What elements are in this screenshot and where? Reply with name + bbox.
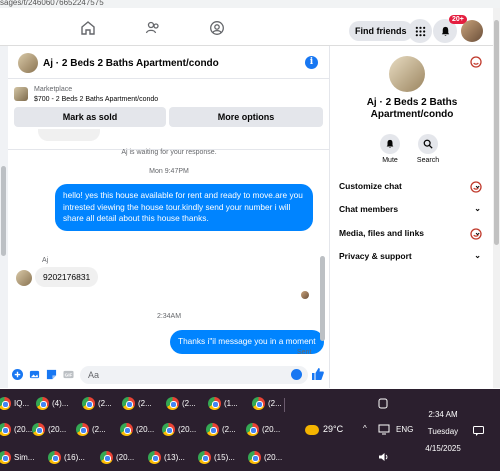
volume-icon[interactable]: [378, 452, 390, 462]
emoji-icon[interactable]: [291, 369, 302, 380]
svg-text:GIF: GIF: [65, 373, 73, 378]
taskbar-chrome-window[interactable]: (1...: [206, 394, 238, 414]
find-friends-button[interactable]: Find friends: [349, 21, 413, 41]
listing-photo[interactable]: [389, 56, 425, 92]
taskbar-chrome-window[interactable]: (20...: [244, 420, 280, 440]
left-panel-edge: [0, 46, 8, 388]
mute-label: Mute: [382, 157, 398, 164]
taskbar-chrome-window[interactable]: (16)...: [46, 448, 85, 468]
listing-price-title[interactable]: $700 - 2 Beds 2 Baths Apartment/condo: [34, 96, 158, 103]
taskbar-chrome-window[interactable]: (2...: [120, 394, 152, 414]
sender-avatar[interactable]: [16, 270, 32, 286]
sticker-icon[interactable]: [46, 369, 57, 380]
sender-name: Aj: [42, 257, 49, 264]
weather-icon: [305, 424, 319, 435]
seen-avatar: [301, 291, 309, 299]
weather-temperature: 29°C: [323, 424, 344, 434]
clock-time: 2:34 AM: [428, 410, 458, 419]
chevron-down-icon: ⌄: [474, 251, 481, 260]
url-text[interactable]: sages/t/24606076652247575: [0, 0, 240, 8]
taskbar-chrome-window[interactable]: (20...: [246, 448, 282, 468]
info-icon[interactable]: i: [305, 56, 318, 69]
bell-icon[interactable]: [380, 134, 400, 154]
menu-grid-icon[interactable]: [408, 19, 432, 43]
waiting-notice: Aj is waiting for your response.: [121, 149, 217, 156]
menu-chat-members[interactable]: Chat members ⌄: [339, 199, 485, 219]
clock-date: 4/15/2025: [425, 444, 461, 453]
home-icon[interactable]: [74, 16, 102, 40]
previous-message-bubble: [38, 129, 100, 141]
taskbar-chrome-window[interactable]: (2...: [74, 420, 106, 440]
language-indicator[interactable]: ENG: [396, 425, 413, 434]
thumbs-up-icon[interactable]: [311, 367, 324, 381]
taskbar-chrome-window[interactable]: (2...: [164, 394, 196, 414]
chat-scrollbar-thumb[interactable]: [320, 256, 325, 341]
account-avatar[interactable]: [461, 20, 483, 42]
search-button[interactable]: Search: [413, 134, 443, 164]
outgoing-message[interactable]: hello! yes this house available for rent…: [55, 184, 313, 231]
menu-privacy-support[interactable]: Privacy & support ⌄: [339, 246, 485, 266]
smile-icon[interactable]: [470, 56, 482, 68]
taskbar-chrome-window[interactable]: Sim...: [0, 448, 34, 468]
taskbar-chrome-window[interactable]: (20...: [0, 420, 32, 440]
listing-thumbnail[interactable]: [18, 53, 38, 73]
taskbar-chrome-window[interactable]: (4)...: [34, 394, 68, 414]
chevron-down-icon: ⌄: [474, 204, 481, 213]
page-scrollbar[interactable]: [493, 8, 500, 388]
notification-center-icon[interactable]: [473, 426, 484, 436]
taskbar-chrome-window[interactable]: (13)...: [146, 448, 185, 468]
taskbar-chrome-window[interactable]: (20...: [98, 448, 134, 468]
taskbar-chrome-window[interactable]: (2...: [204, 420, 236, 440]
system-clock[interactable]: 2:34 AM Tuesday 4/15/2025: [418, 406, 468, 457]
photo-icon[interactable]: [29, 369, 40, 380]
taskbar-chrome-window[interactable]: (20...: [30, 420, 66, 440]
timestamp: Mon 9:47PM: [149, 168, 189, 175]
copilot-icon[interactable]: [378, 398, 388, 410]
menu-media-files-links[interactable]: Media, files and links ⌄: [339, 223, 485, 243]
search-icon[interactable]: [418, 134, 438, 154]
menu-label: Customize chat: [339, 181, 402, 191]
smile-icon[interactable]: [470, 228, 482, 240]
clock-day: Tuesday: [427, 427, 459, 436]
message-input[interactable]: Aa: [80, 366, 308, 384]
menu-label: Media, files and links: [339, 228, 425, 238]
taskbar-chrome-window[interactable]: (2...: [80, 394, 112, 414]
search-label: Search: [416, 157, 440, 164]
network-icon[interactable]: [378, 424, 390, 435]
left-scrollbar-thumb[interactable]: [1, 166, 6, 256]
chat-panel: Aj · 2 Beds 2 Baths Apartment/condo i Ma…: [8, 46, 330, 388]
more-options-button[interactable]: More options: [169, 107, 323, 127]
mute-button[interactable]: Mute: [375, 134, 405, 164]
taskbar-chrome-window[interactable]: IQ...: [0, 394, 29, 414]
taskbar-chrome-window[interactable]: (20...: [118, 420, 154, 440]
top-navigation-bar: sages/t/24606076652247575 Find friends 2…: [0, 0, 500, 46]
timestamp: 2:34AM: [156, 313, 182, 320]
taskbar-chrome-window[interactable]: (2...: [250, 394, 282, 414]
mark-as-sold-button[interactable]: Mark as sold: [14, 107, 166, 127]
conversation-details-panel: Aj · 2 Beds 2 Baths Apartment/condo Mute…: [331, 46, 493, 388]
message-composer: GIF Aa: [8, 362, 330, 388]
taskbar-chrome-window[interactable]: (15)...: [196, 448, 235, 468]
chevron-up-icon[interactable]: ^: [363, 424, 367, 433]
profile-icon[interactable]: [203, 16, 231, 40]
sent-status: Sent: [297, 349, 312, 356]
chat-header: Aj · 2 Beds 2 Baths Apartment/condo i: [8, 46, 330, 79]
gif-icon[interactable]: GIF: [63, 369, 74, 380]
friends-icon[interactable]: [139, 16, 167, 40]
details-title[interactable]: Aj · 2 Beds 2 Baths Apartment/condo: [341, 97, 483, 121]
chat-title[interactable]: Aj · 2 Beds 2 Baths Apartment/condo: [43, 58, 219, 69]
plus-icon[interactable]: [12, 369, 23, 380]
menu-label: Privacy & support: [339, 251, 412, 261]
smile-icon[interactable]: [470, 181, 482, 193]
menu-label: Chat members: [339, 204, 399, 214]
marketplace-thumbnail[interactable]: [14, 87, 28, 101]
incoming-message[interactable]: 9202176831: [35, 267, 99, 287]
weather-widget[interactable]: 29°C: [305, 424, 343, 435]
menu-customize-chat[interactable]: Customize chat ⌄: [339, 176, 485, 196]
taskbar-separator: [284, 398, 285, 412]
marketplace-label: Marketplace: [34, 86, 73, 93]
page-scrollbar-thumb[interactable]: [494, 20, 499, 245]
taskbar-chrome-window[interactable]: (20...: [160, 420, 196, 440]
